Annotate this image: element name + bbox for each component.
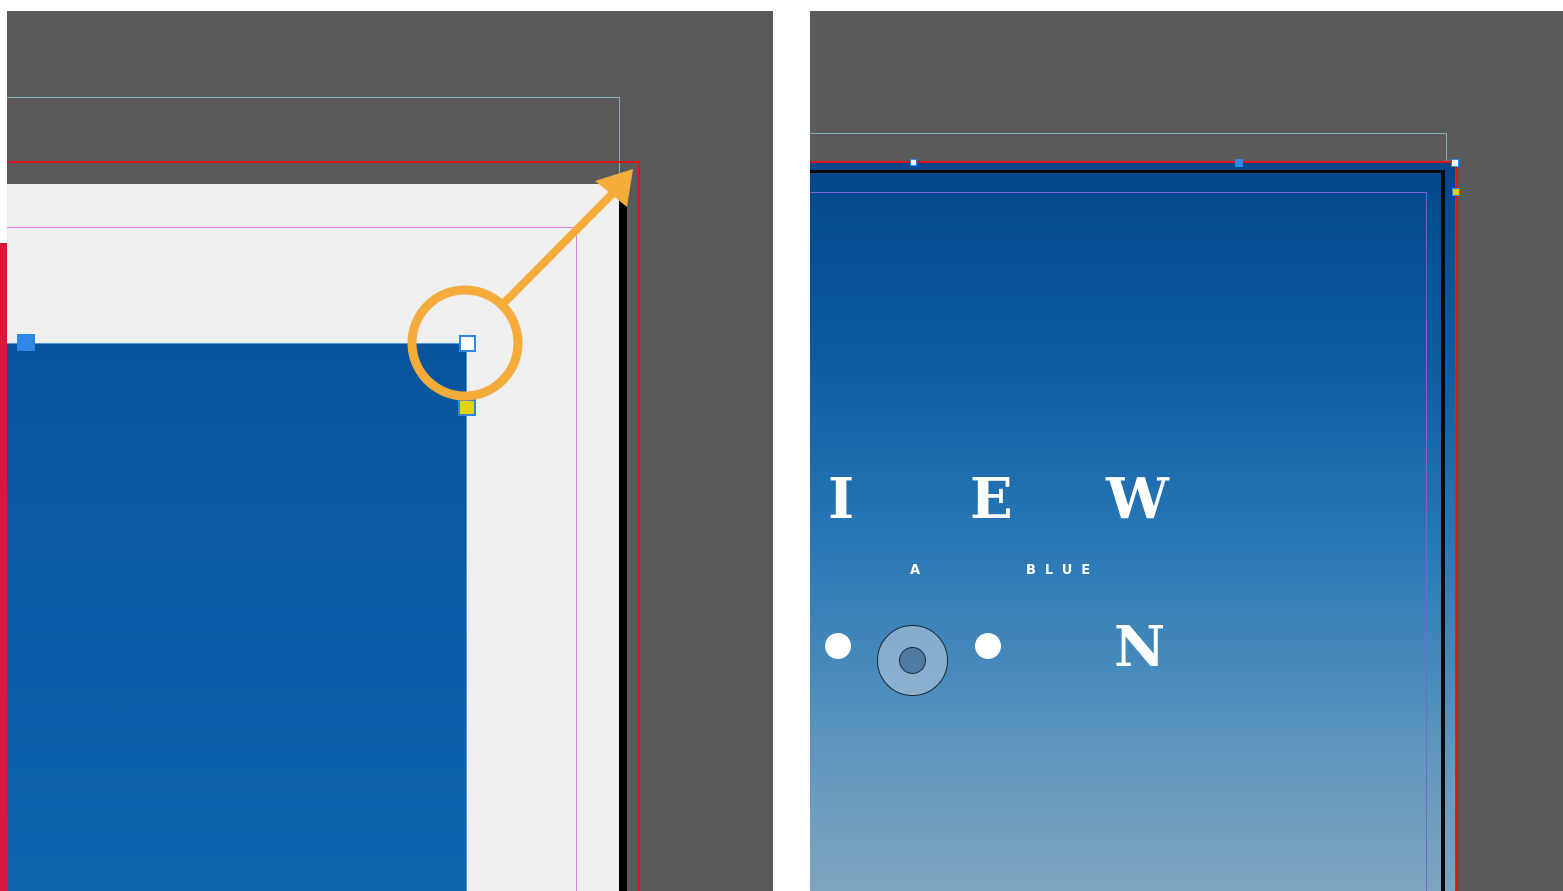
poster-letter-i: I <box>828 466 855 532</box>
content-grabber-inner <box>899 647 926 674</box>
right-pasteboard: I E W A BLUE N <box>810 11 1563 891</box>
callout-arrow-icon <box>407 169 633 401</box>
poster-word-a: A <box>910 563 923 578</box>
arrow-icon <box>500 187 619 307</box>
dot-icon <box>975 633 1001 659</box>
left-edge-strip <box>0 243 7 891</box>
poster-word-blue: BLUE <box>1026 563 1100 578</box>
poster-letter-w: W <box>1106 466 1169 532</box>
handle-top-mid[interactable] <box>1235 159 1243 167</box>
content-grabber-icon[interactable] <box>877 625 948 696</box>
handle-top-left[interactable] <box>910 159 917 166</box>
handle-top-right[interactable] <box>1451 159 1459 167</box>
left-pasteboard <box>7 11 773 891</box>
content-grabber-handle[interactable] <box>1452 188 1460 196</box>
dot-icon <box>825 633 851 659</box>
poster-letter-n: N <box>1114 614 1166 680</box>
poster-letter-e: E <box>970 466 1013 532</box>
